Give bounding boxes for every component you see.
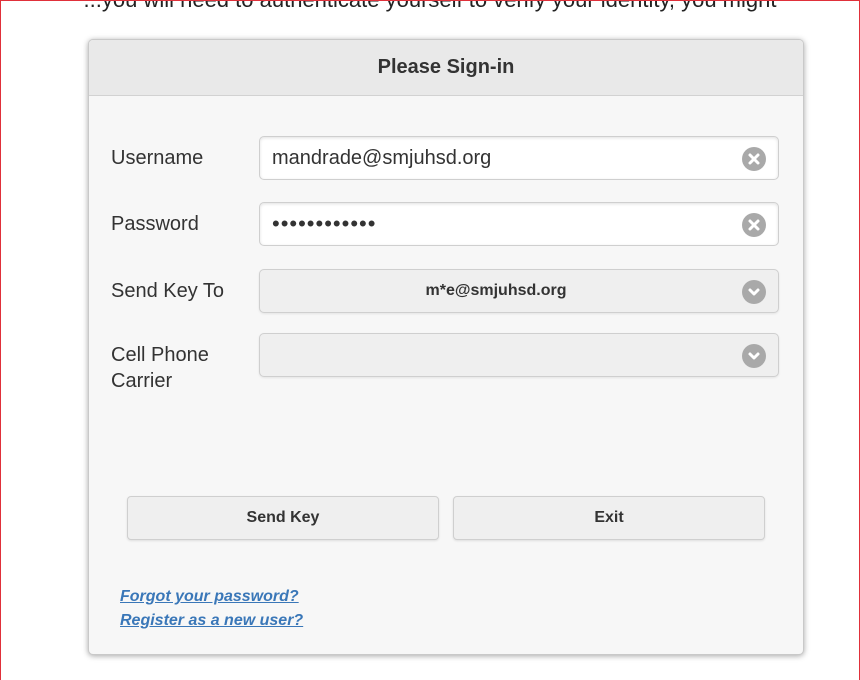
send-key-to-row: Send Key To m*e@smjuhsd.org	[111, 269, 781, 313]
cell-phone-carrier-select[interactable]	[259, 333, 779, 377]
username-field	[259, 136, 779, 180]
forgot-password-link[interactable]: Forgot your password?	[120, 585, 303, 609]
cell-phone-carrier-row: Cell Phone Carrier	[111, 333, 781, 394]
password-field	[259, 202, 779, 246]
password-label: Password	[111, 213, 199, 235]
chevron-down-icon	[748, 288, 760, 296]
send-key-button[interactable]: Send Key	[127, 496, 439, 540]
page: ...you will need to authenticate yoursel…	[0, 0, 860, 680]
clear-x-icon	[748, 153, 760, 165]
username-label: Username	[111, 147, 204, 169]
cell-phone-carrier-label: Cell Phone Carrier	[111, 344, 209, 392]
send-key-to-label: Send Key To	[111, 280, 225, 302]
send-key-to-select[interactable]: m*e@smjuhsd.org	[259, 269, 779, 313]
help-links: Forgot your password? Register as a new …	[120, 585, 303, 633]
username-input[interactable]	[260, 138, 712, 178]
sign-in-dialog: Please Sign-in Username Password	[88, 39, 804, 655]
cell-phone-carrier-dropdown-icon[interactable]	[742, 344, 766, 368]
clear-username-icon[interactable]	[742, 147, 766, 171]
clear-x-icon	[748, 219, 760, 231]
clear-password-icon[interactable]	[742, 213, 766, 237]
register-link[interactable]: Register as a new user?	[120, 609, 303, 633]
username-row: Username	[111, 136, 781, 180]
password-row: Password	[111, 202, 781, 246]
dialog-header: Please Sign-in	[89, 40, 803, 96]
page-header-text: ...you will need to authenticate yoursel…	[1, 1, 859, 13]
send-key-to-value: m*e@smjuhsd.org	[425, 282, 567, 299]
send-key-to-dropdown-icon[interactable]	[742, 280, 766, 304]
dialog-title: Please Sign-in	[377, 56, 515, 78]
exit-button[interactable]: Exit	[453, 496, 765, 540]
password-input[interactable]	[260, 204, 712, 244]
chevron-down-icon	[748, 352, 760, 360]
